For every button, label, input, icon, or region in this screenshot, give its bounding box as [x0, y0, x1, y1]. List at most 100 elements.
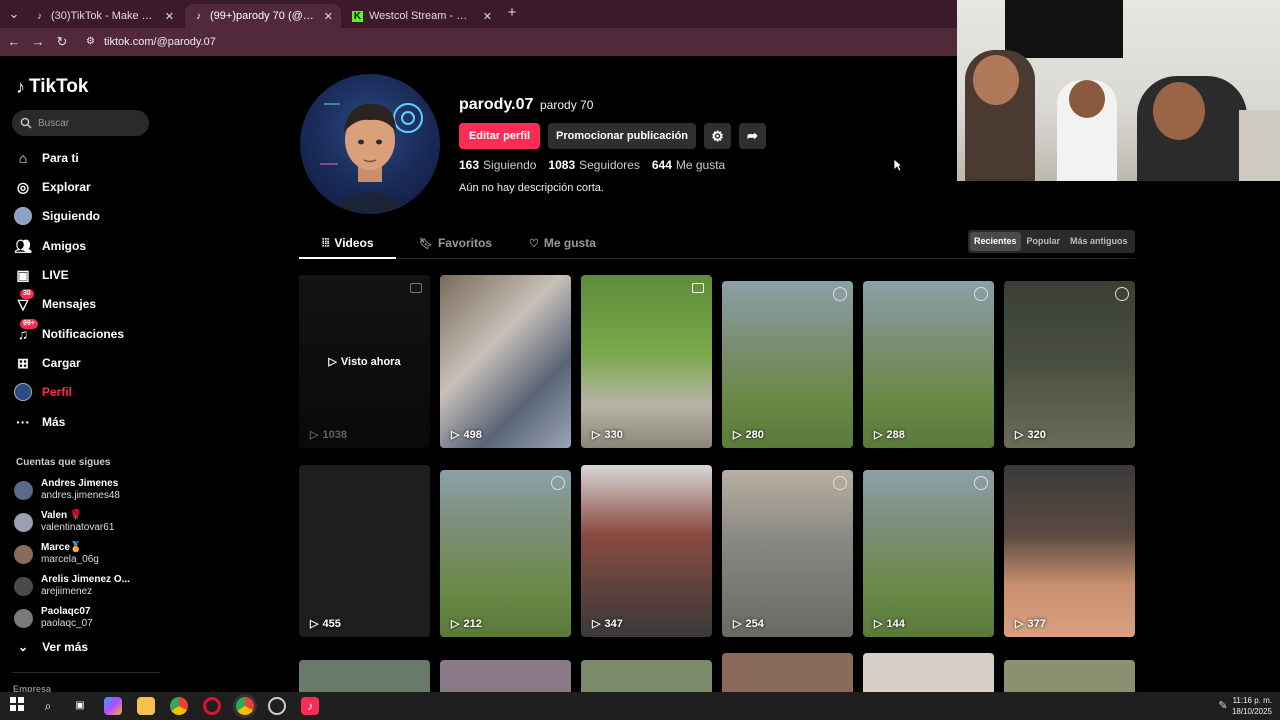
pen-icon[interactable]: ✎	[1214, 697, 1232, 715]
view-count-value: 347	[604, 617, 623, 630]
account-text: Valen 🌹 valentinatovar61	[41, 510, 114, 534]
following-stat[interactable]: 163 Siguiendo	[459, 158, 536, 172]
url-field[interactable]: ⚙ tiktok.com/@parody.07	[80, 32, 940, 52]
person-center-face	[1069, 80, 1105, 118]
search-icon[interactable]: ⌕	[39, 697, 57, 715]
more-icon: ···	[16, 414, 30, 430]
video-card[interactable]: ▷ 377	[1004, 465, 1135, 637]
back-icon[interactable]: ←	[6, 34, 22, 50]
close-icon[interactable]: ✕	[324, 10, 333, 23]
sidebar-item-label: Mensajes	[42, 297, 97, 311]
account-handle: arejiimenez	[41, 586, 93, 597]
browser-tab-1[interactable]: ♪ (30)TikTok - Make Your Day ✕	[26, 4, 182, 28]
tiktok-logo[interactable]: ♪ TikTok	[16, 76, 88, 98]
profile-username: parody.07	[459, 96, 534, 113]
avatar	[14, 512, 33, 532]
site-info-icon[interactable]: ⚙	[86, 32, 95, 52]
sidebar-item-friends[interactable]: 👥︎ Amigos	[14, 235, 86, 257]
profile-avatar-icon	[14, 383, 32, 401]
windows-start-icon[interactable]	[8, 697, 26, 715]
video-card[interactable]	[1004, 660, 1135, 692]
account-name: Marce🏅	[41, 542, 83, 553]
video-card[interactable]	[299, 660, 430, 692]
sidebar-item-home[interactable]: ⌂ Para ti	[14, 147, 79, 169]
video-card[interactable]: ▷ 280	[722, 281, 853, 448]
sidebar-item-profile-avatar[interactable]: Perfil	[14, 381, 72, 403]
sidebar-item-bell[interactable]: ♫ 99+ Notificaciones	[14, 319, 124, 345]
following-account[interactable]: Valen 🌹 valentinatovar61	[14, 508, 114, 536]
friends-icon: 👥︎	[14, 238, 32, 254]
tab-favorites[interactable]: 🔖︎ Favoritos	[419, 236, 492, 250]
video-card[interactable]: ▷ 320	[1004, 281, 1135, 448]
edit-profile-button[interactable]: Editar perfil	[459, 123, 540, 149]
file-explorer-icon[interactable]	[137, 697, 155, 715]
avatar	[14, 576, 33, 596]
video-card[interactable]: ▷ 144	[863, 470, 994, 637]
tab-videos[interactable]: ⦙⦙⦙ Videos	[322, 236, 374, 250]
close-icon[interactable]: ✕	[483, 10, 492, 23]
sort-popular-button[interactable]: Popular	[1023, 232, 1065, 251]
settings-button[interactable]: ⚙	[704, 123, 731, 149]
see-more-button[interactable]: ⌄ Ver más	[18, 640, 88, 654]
chrome-active-icon[interactable]	[236, 697, 254, 715]
sidebar-item-upload[interactable]: ⊞ Cargar	[14, 352, 81, 374]
likes-stat: 644 Me gusta	[652, 158, 725, 172]
taskbar-clock[interactable]: 11:16 p. m. 18/10/2025	[1232, 695, 1272, 717]
browser-tab-3[interactable]: K Westcol Stream - Watch Live o ✕	[344, 4, 500, 28]
copilot-icon[interactable]	[104, 697, 122, 715]
video-card[interactable]: ▷ 347	[581, 465, 712, 637]
video-card[interactable]: ▷ 288	[863, 281, 994, 448]
share-icon: ➦	[747, 128, 758, 143]
tab-list-icon[interactable]: ⌄	[6, 6, 22, 22]
task-view-icon[interactable]: ▣	[71, 697, 89, 715]
following-label: Siguiendo	[483, 158, 537, 172]
share-profile-button[interactable]: ➦	[739, 123, 766, 149]
sidebar-item-compass[interactable]: ◎ Explorar	[14, 176, 91, 198]
play-icon: ▷	[451, 429, 460, 441]
promote-post-button[interactable]: Promocionar publicación	[548, 123, 696, 149]
tiktok-icon: ♪	[196, 10, 201, 22]
obs-icon[interactable]	[268, 697, 286, 715]
view-count: ▷ 320	[1015, 428, 1046, 442]
video-card[interactable]	[863, 653, 994, 692]
following-account[interactable]: Andres Jimenes andres.jimenes48	[14, 476, 120, 504]
game-hud-icon	[833, 287, 847, 301]
following-account[interactable]: Paolaqc07 paolaqc_07	[14, 604, 93, 632]
reload-icon[interactable]: ↻	[54, 34, 70, 50]
sidebar-item-following-avatar[interactable]: Siguiendo	[14, 205, 100, 227]
tab-liked[interactable]: ♡ Me gusta	[529, 236, 596, 250]
video-card[interactable]: ▷ 254	[722, 470, 853, 637]
video-card[interactable]: ▷ 498	[440, 275, 571, 448]
followers-stat[interactable]: 1083 Seguidores	[548, 158, 639, 172]
close-icon[interactable]: ✕	[165, 10, 174, 23]
profile-nickname: parody 70	[540, 98, 594, 112]
browser-tab-2[interactable]: ♪ (99+)parody 70 (@parody.07) | ✕	[185, 4, 341, 28]
video-card[interactable]: ▷ Visto ahora ▷ 1038	[299, 275, 430, 448]
view-count: ▷ 212	[451, 617, 482, 631]
kick-icon: K	[352, 10, 363, 22]
following-account[interactable]: Arelis Jimenez O... arejiimenez	[14, 572, 130, 600]
video-card[interactable]: ▷ 212	[440, 470, 571, 637]
search-input[interactable]: Buscar	[12, 110, 149, 136]
video-card[interactable]	[581, 660, 712, 692]
new-tab-button[interactable]: +	[504, 5, 520, 21]
tabs-divider	[299, 258, 1135, 259]
grid-icon: ⦙⦙⦙	[322, 236, 330, 249]
profile-avatar[interactable]	[300, 74, 440, 214]
sidebar-item-more[interactable]: ··· Más	[14, 411, 65, 433]
video-card[interactable]	[440, 660, 571, 692]
forward-icon[interactable]: →	[30, 34, 46, 50]
sidebar-item-live[interactable]: ▣ LIVE	[14, 264, 68, 286]
sort-oldest-button[interactable]: Más antiguos	[1066, 232, 1132, 251]
video-card[interactable]: ▷ 330	[581, 275, 712, 448]
sort-recent-button[interactable]: Recientes	[970, 232, 1021, 251]
sidebar-item-messages[interactable]: ▽ 30 Mensajes	[14, 289, 97, 315]
following-account[interactable]: Marce🏅 marcela_06g	[14, 540, 99, 568]
chrome-icon[interactable]	[170, 697, 188, 715]
video-card[interactable]: ▷ 455	[299, 465, 430, 637]
opera-icon[interactable]	[203, 697, 221, 715]
tab-title: (30)TikTok - Make Your Day	[51, 10, 159, 22]
tiktok-app-icon[interactable]: ♪	[301, 697, 319, 715]
play-icon: ▷	[1015, 429, 1024, 441]
video-card[interactable]	[722, 653, 853, 692]
